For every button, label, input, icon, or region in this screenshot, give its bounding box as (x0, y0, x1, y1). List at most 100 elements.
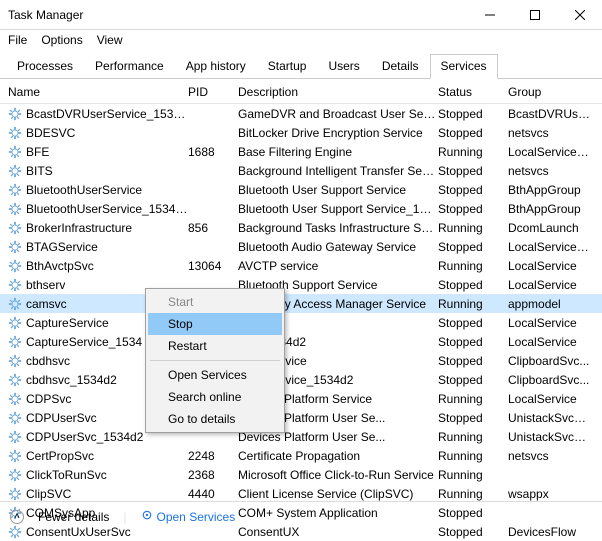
service-status: Stopped (438, 107, 508, 121)
minimize-button[interactable] (467, 0, 512, 30)
context-stop[interactable]: Stop (148, 313, 282, 335)
service-row[interactable]: BcastDVRUserService_1534d2GameDVR and Br… (0, 104, 602, 123)
tab-services[interactable]: Services (430, 54, 498, 79)
service-row[interactable]: cbdhsvc_1534d2 User Service_1534d2Stoppe… (0, 370, 602, 389)
service-group: ClipboardSvc... (508, 373, 594, 387)
fewer-details-link[interactable]: Fewer details (38, 510, 109, 524)
tab-app-history[interactable]: App history (175, 54, 257, 78)
tab-performance[interactable]: Performance (84, 54, 175, 78)
service-group: LocalServiceN... (508, 240, 594, 254)
service-group: LocalService (508, 335, 594, 349)
context-open-services[interactable]: Open Services (148, 364, 282, 386)
context-search-online[interactable]: Search online (148, 386, 282, 408)
service-name: BrokerInfrastructure (26, 221, 132, 235)
column-headers: Name PID Description Status Group (0, 79, 602, 104)
gear-icon (8, 202, 22, 216)
service-status: Running (438, 449, 508, 463)
service-row[interactable]: CDPUserSvc_1534d2 Devices Platform User … (0, 427, 602, 446)
service-pid: 13064 (188, 259, 238, 273)
service-group: wsappx (508, 487, 594, 501)
close-button[interactable] (557, 0, 602, 30)
service-group: netsvcs (508, 164, 594, 178)
tab-processes[interactable]: Processes (6, 54, 84, 78)
service-row[interactable]: CDPUserSvc Devices Platform User Se...St… (0, 408, 602, 427)
service-status: Running (438, 145, 508, 159)
service-row[interactable]: bthservBluetooth Support ServiceStoppedL… (0, 275, 602, 294)
menu-options[interactable]: Options (41, 33, 82, 47)
service-row[interactable]: cbdhsvc User ServiceStoppedClipboardSvc.… (0, 351, 602, 370)
menu-file[interactable]: File (8, 33, 27, 47)
context-go-to-details[interactable]: Go to details (148, 408, 282, 430)
service-description: Background Tasks Infrastructure Serv... (238, 221, 438, 235)
gear-icon (8, 449, 22, 463)
header-group[interactable]: Group (508, 85, 594, 99)
service-description: Bluetooth User Support Service (238, 183, 438, 197)
open-services-link[interactable]: Open Services (141, 509, 236, 524)
context-restart[interactable]: Restart (148, 335, 282, 357)
gear-icon (8, 221, 22, 235)
service-row[interactable]: BFE1688Base Filtering EngineRunningLocal… (0, 142, 602, 161)
service-status: Running (438, 221, 508, 235)
service-row[interactable]: CertPropSvc2248Certificate PropagationRu… (0, 446, 602, 465)
service-name: CDPSvc (26, 392, 71, 406)
service-row[interactable]: BDESVCBitLocker Drive Encryption Service… (0, 123, 602, 142)
service-name: BFE (26, 145, 49, 159)
service-group: UnistackSvcGr... (508, 411, 594, 425)
service-name: cbdhsvc (26, 354, 70, 368)
gear-icon (8, 411, 22, 425)
maximize-button[interactable] (512, 0, 557, 30)
gear-icon (8, 487, 22, 501)
service-name: BITS (26, 164, 53, 178)
gear-icon (8, 297, 22, 311)
service-row[interactable]: BITS Background Intelligent Transfer Serv… (0, 161, 602, 180)
service-row[interactable]: BluetoothUserServiceBluetooth User Suppo… (0, 180, 602, 199)
gear-icon (8, 430, 22, 444)
service-row[interactable]: ClickToRunSvc2368Microsoft Office Click-… (0, 465, 602, 484)
service-row[interactable]: BTAGServiceBluetooth Audio Gateway Servi… (0, 237, 602, 256)
context-start[interactable]: Start (148, 291, 282, 313)
service-name: BDESVC (26, 126, 75, 140)
service-status: Running (438, 392, 508, 406)
service-row[interactable]: BluetoothUserService_1534d2Bluetooth Use… (0, 199, 602, 218)
service-status: Stopped (438, 335, 508, 349)
context-menu: Start Stop Restart Open Services Search … (145, 288, 285, 433)
service-pid: 856 (188, 221, 238, 235)
service-status: Stopped (438, 202, 508, 216)
service-status: Running (438, 487, 508, 501)
menu-view[interactable]: View (97, 33, 123, 47)
chevron-up-icon[interactable]: ˄ (10, 510, 24, 524)
service-pid: 2368 (188, 468, 238, 482)
service-group: LocalService (508, 259, 594, 273)
tab-details[interactable]: Details (371, 54, 430, 78)
service-description: Microsoft Office Click-to-Run Service (238, 468, 438, 482)
service-group: UnistackSvcGr... (508, 430, 594, 444)
service-row[interactable]: BrokerInfrastructure 856Background Tasks … (0, 218, 602, 237)
service-row[interactable]: CaptureService viceStoppedLocalService (0, 313, 602, 332)
header-name[interactable]: Name (8, 85, 188, 99)
gear-icon (8, 354, 22, 368)
tab-startup[interactable]: Startup (257, 54, 318, 78)
service-status: Stopped (438, 373, 508, 387)
header-pid[interactable]: PID (188, 85, 238, 99)
service-row[interactable]: BthAvctpSvc13064AVCTP serviceRunningLoca… (0, 256, 602, 275)
service-name: CDPUserSvc (26, 411, 97, 425)
service-row[interactable]: CaptureService_1534 vice_1534d2StoppedLo… (0, 332, 602, 351)
service-status: Running (438, 259, 508, 273)
header-description[interactable]: Description (238, 85, 438, 99)
header-status[interactable]: Status (438, 85, 508, 99)
service-group: netsvcs (508, 449, 594, 463)
service-row[interactable]: CDPSvc Devices Platform ServiceRunningLo… (0, 389, 602, 408)
tab-users[interactable]: Users (317, 54, 370, 78)
service-name: CDPUserSvc_1534d2 (26, 430, 143, 444)
service-description: GameDVR and Broadcast User Servic... (238, 107, 438, 121)
service-description: Background Intelligent Transfer Servi... (238, 164, 438, 178)
service-pid: 4440 (188, 487, 238, 501)
service-group: LocalServiceN... (508, 145, 594, 159)
service-status: Stopped (438, 126, 508, 140)
status-bar: ˄ Fewer details | Open Services (0, 501, 602, 531)
gear-icon (8, 373, 22, 387)
service-description: Base Filtering Engine (238, 145, 438, 159)
service-row[interactable]: camsvc5284Capability Access Manager Serv… (0, 294, 602, 313)
service-group: BthAppGroup (508, 202, 594, 216)
service-name: cbdhsvc_1534d2 (26, 373, 117, 387)
